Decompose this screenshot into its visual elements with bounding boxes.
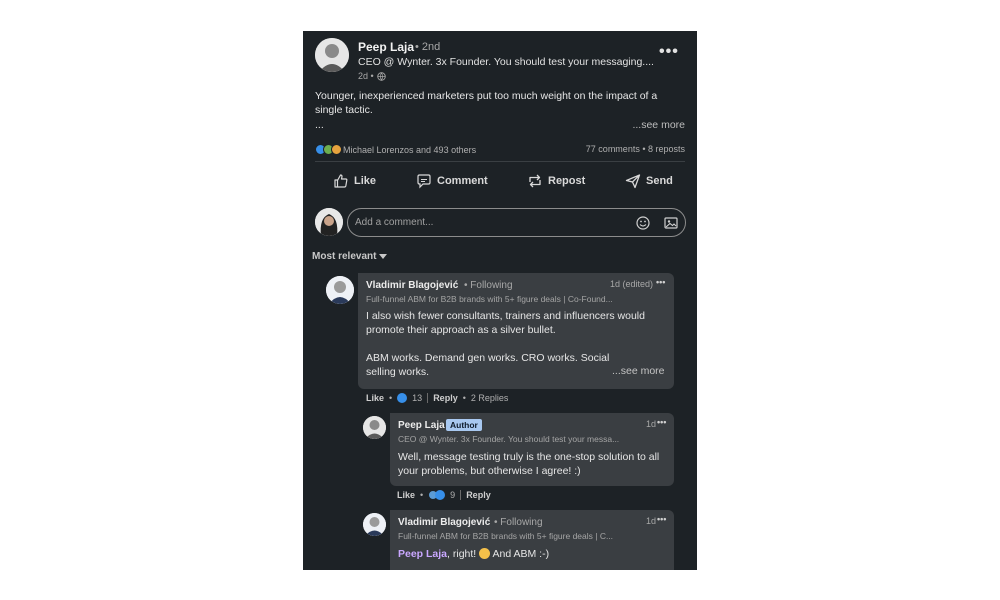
comment-input[interactable]: Add a comment... bbox=[347, 208, 686, 237]
commenter-headline: Full-funnel ABM for B2B brands with 5+ f… bbox=[366, 294, 613, 304]
replies-count[interactable]: 2 Replies bbox=[471, 393, 509, 403]
reply-more-icon[interactable]: ••• bbox=[657, 514, 666, 524]
reply-text-part: , right! bbox=[447, 548, 477, 560]
following-label: • Following bbox=[464, 280, 513, 291]
reply-author-avatar[interactable] bbox=[363, 513, 386, 536]
separator bbox=[427, 393, 429, 403]
separator bbox=[460, 490, 462, 500]
like-reaction-icon bbox=[397, 393, 408, 403]
post-ellipsis: ... bbox=[315, 119, 324, 131]
emoji-icon[interactable] bbox=[635, 215, 651, 231]
see-more-link[interactable]: ...see more bbox=[632, 119, 685, 131]
reply-reaction-count[interactable]: 9 bbox=[450, 490, 455, 500]
comment-like-button[interactable]: Like bbox=[366, 393, 384, 403]
reply-reaction-icons bbox=[428, 490, 446, 500]
globe-icon bbox=[376, 71, 386, 81]
comment-icon bbox=[417, 174, 431, 189]
following-label: • Following bbox=[494, 517, 543, 528]
author-badge: Author bbox=[446, 419, 482, 431]
reply-time: 1d bbox=[646, 516, 657, 526]
reactions-text: Michael Lorenzos and 493 others bbox=[343, 144, 477, 155]
current-user-avatar bbox=[315, 208, 343, 236]
comment-placeholder: Add a comment... bbox=[355, 217, 434, 228]
more-options-icon[interactable]: ••• bbox=[659, 43, 679, 61]
post-time: 2d • bbox=[358, 71, 386, 81]
reactions-summary[interactable]: Michael Lorenzos and 493 others bbox=[315, 144, 476, 155]
comment-more-icon[interactable]: ••• bbox=[656, 277, 665, 287]
see-more-link[interactable]: ...see more bbox=[612, 365, 665, 377]
reply-bubble: Peep Laja Author 1d ••• CEO @ Wynter. 3x… bbox=[390, 413, 674, 486]
reply-text: Well, message testing truly is the one-s… bbox=[398, 451, 660, 477]
mention-link[interactable]: Peep Laja bbox=[398, 548, 447, 560]
commenter-name[interactable]: Vladimir Blagojević bbox=[366, 280, 458, 291]
post-time-label: 2d • bbox=[358, 71, 374, 81]
reply-author-avatar[interactable] bbox=[363, 416, 386, 439]
dot-separator: • bbox=[420, 490, 424, 500]
divider bbox=[315, 161, 685, 162]
dot-separator: • bbox=[389, 393, 393, 403]
linkedin-post-panel: Peep Laja • 2nd CEO @ Wynter. 3x Founder… bbox=[303, 31, 697, 570]
repost-icon bbox=[529, 174, 541, 188]
comment-reply-button[interactable]: Reply bbox=[433, 393, 458, 403]
reply-reply-button[interactable]: Reply bbox=[466, 490, 491, 500]
like-button[interactable]: Like bbox=[333, 173, 376, 189]
like-reaction-icon bbox=[435, 490, 446, 500]
repost-label: Repost bbox=[548, 175, 586, 187]
reply-author-name[interactable]: Peep Laja bbox=[398, 420, 445, 431]
caret-down-icon bbox=[379, 253, 388, 259]
reply-author-headline: CEO @ Wynter. 3x Founder. You should tes… bbox=[398, 434, 620, 444]
reply-actions: Like • 9 Reply bbox=[397, 490, 491, 500]
reply-time: 1d bbox=[646, 419, 657, 429]
comment-button[interactable]: Comment bbox=[416, 173, 488, 189]
reply-bubble: Vladimir Blagojević • Following 1d ••• F… bbox=[390, 510, 674, 570]
connection-degree: • 2nd bbox=[415, 41, 441, 53]
commenter-avatar[interactable] bbox=[326, 276, 354, 304]
support-reaction-icon bbox=[331, 144, 342, 155]
reaction-icons bbox=[315, 144, 342, 155]
comment-text: ABM works. Demand gen works. CRO works. … bbox=[366, 352, 610, 378]
comment-actions: Like • 13 Reply • 2 Replies bbox=[366, 393, 508, 403]
repost-button[interactable]: Repost bbox=[527, 173, 585, 189]
send-label: Send bbox=[646, 175, 673, 187]
reply-author-headline: Full-funnel ABM for B2B brands with 5+ f… bbox=[398, 531, 614, 541]
reply-text: Peep Laja, right! And ABM :-) bbox=[398, 547, 666, 561]
reply-text-part: And ABM :-) bbox=[492, 548, 550, 560]
reaction-count[interactable]: 13 bbox=[412, 393, 422, 403]
sort-dropdown[interactable]: Most relevant bbox=[312, 251, 388, 262]
comment-bubble: Vladimir Blagojević • Following 1d (edit… bbox=[358, 273, 674, 389]
dot-separator: • bbox=[462, 393, 466, 403]
comment-label: Comment bbox=[437, 175, 488, 187]
sort-label: Most relevant bbox=[312, 251, 377, 262]
comments-reposts-count[interactable]: 77 comments • 8 reposts bbox=[586, 144, 685, 154]
comment-text: I also wish fewer consultants, trainers … bbox=[366, 310, 645, 336]
like-label: Like bbox=[354, 175, 377, 187]
grinning-emoji-icon bbox=[479, 548, 491, 559]
author-name[interactable]: Peep Laja bbox=[358, 40, 414, 54]
thumbs-up-icon bbox=[334, 174, 348, 188]
post-text: Younger, inexperienced marketers put too… bbox=[315, 90, 658, 116]
reply-author-name[interactable]: Vladimir Blagojević bbox=[398, 517, 490, 528]
author-avatar[interactable] bbox=[315, 38, 349, 72]
image-icon[interactable] bbox=[663, 215, 679, 231]
send-icon bbox=[625, 174, 641, 189]
send-button[interactable]: Send bbox=[625, 173, 673, 189]
author-headline: CEO @ Wynter. 3x Founder. You should tes… bbox=[358, 56, 654, 68]
comment-time: 1d (edited) bbox=[610, 279, 654, 289]
reply-more-icon[interactable]: ••• bbox=[657, 417, 666, 427]
reply-like-button[interactable]: Like bbox=[397, 490, 415, 500]
